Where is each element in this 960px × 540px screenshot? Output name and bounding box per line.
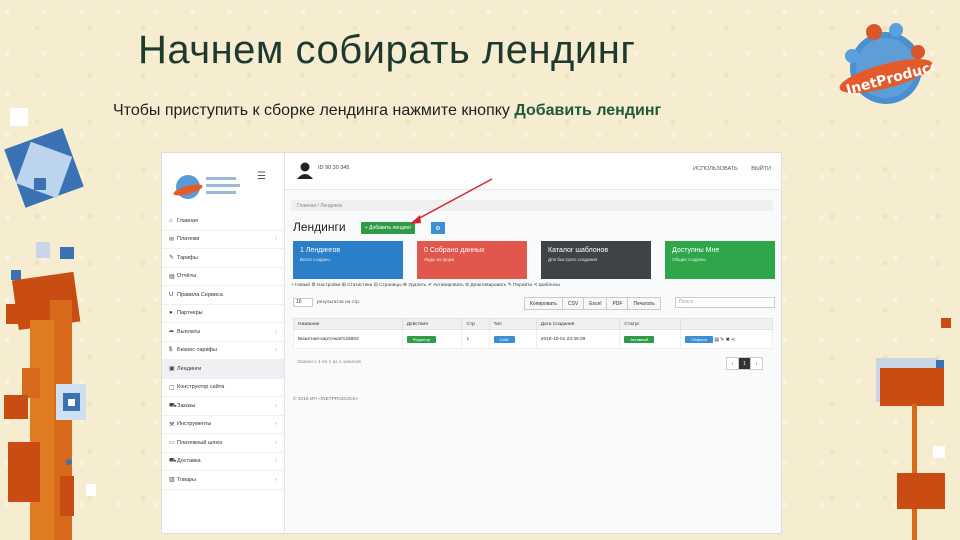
app-screenshot: ☰ ⌂ Главная ✉ Платежи ‹ ✎ Тарифы ▤ Отчёты U Правил… [162, 153, 781, 533]
right-decor [876, 318, 951, 540]
inetproduce-logo: InetProduce [839, 23, 934, 104]
red-arrow-annotation [410, 178, 493, 224]
left-decor [4, 108, 96, 540]
subtitle-highlight: Добавить лендинг [514, 102, 662, 119]
subtitle-text: Чтобы приступить к сборке лендинга нажми… [113, 102, 515, 119]
slide-title: Начнем собирать лендинг [138, 28, 636, 72]
slide-subtitle: Чтобы приступить к сборке лендинга нажми… [113, 102, 661, 120]
